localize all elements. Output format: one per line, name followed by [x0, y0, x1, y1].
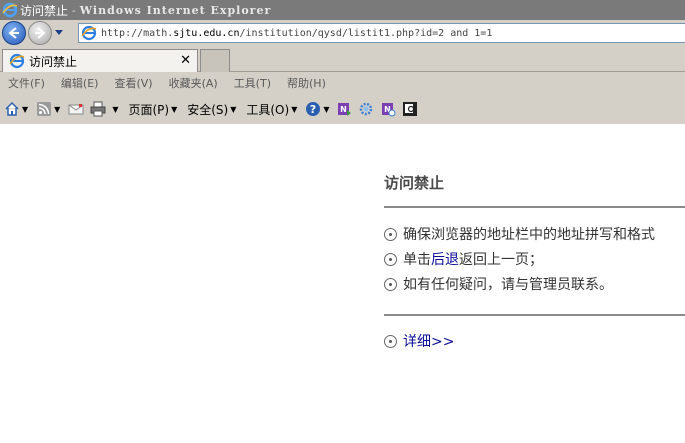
command-bar: ▼ ▼ ▼ 页面(P) ▼ 安全(S) ▼ 工具(O) ▼ ? ▼ N N [0, 94, 685, 124]
address-bar[interactable]: http://math. sjtu.edu.cn/institution/qysd… [78, 23, 685, 43]
window-app-title: Windows Internet Explorer [79, 3, 272, 17]
chevron-down-icon [55, 30, 63, 35]
printer-icon [90, 101, 106, 117]
new-tab-button[interactable] [200, 49, 230, 72]
tools-menu-label: 工具(O) [246, 102, 290, 117]
list-item: 如有任何疑问，请与管理员联系。 [384, 274, 613, 294]
arrow-right-icon [35, 27, 46, 39]
svg-text:?: ? [310, 103, 316, 116]
print-button[interactable]: ▼ [90, 101, 118, 117]
gear-icon [359, 102, 372, 116]
title-bar: 访问禁止 - Windows Internet Explorer [0, 0, 685, 20]
chevron-down-icon: ▼ [323, 104, 330, 114]
chevron-down-icon: ▼ [291, 104, 298, 114]
forward-button[interactable] [28, 21, 52, 45]
details-row: 详细>> [384, 331, 454, 351]
url-domain: sjtu.edu.cn [173, 27, 240, 39]
divider-bottom [384, 314, 685, 316]
divider-top [384, 206, 685, 208]
chevron-down-icon: ▼ [230, 104, 237, 114]
help-button[interactable]: ? ▼ [305, 101, 330, 117]
safety-menu-button[interactable]: 安全(S) ▼ [187, 101, 236, 118]
feeds-button[interactable]: ▼ [36, 101, 60, 117]
page-menu-button[interactable]: 页面(P) ▼ [128, 101, 177, 118]
chevron-down-icon: ▼ [112, 104, 119, 114]
svg-text:N: N [340, 105, 347, 114]
tip-back-prefix: 单击 [403, 252, 431, 268]
home-icon [5, 101, 19, 116]
tip-back-suffix: 返回上一页； [459, 252, 543, 268]
onenote-icon: N [337, 103, 351, 116]
back-button[interactable] [2, 21, 26, 45]
tab-active[interactable]: 访问禁止 ✕ [2, 49, 198, 72]
mail-button[interactable] [68, 101, 84, 117]
tab-label: 访问禁止 [29, 54, 78, 69]
error-title: 访问禁止 [384, 174, 445, 192]
mail-icon [68, 104, 84, 115]
bullet-icon [384, 334, 397, 348]
window-page-title: 访问禁止 [20, 3, 69, 18]
bullet-icon [384, 227, 397, 241]
back-link[interactable]: 后退 [431, 249, 459, 269]
chevron-down-icon: ▼ [54, 104, 61, 114]
menu-view[interactable]: 查看(V) [114, 75, 152, 91]
tip-contact-admin: 如有任何疑问，请与管理员联系。 [403, 277, 613, 293]
bullet-icon [384, 277, 397, 291]
menu-file[interactable]: 文件(F) [8, 75, 45, 91]
tip-check-address: 确保浏览器的地址栏中的地址拼写和格式 [403, 227, 655, 243]
menu-help[interactable]: 帮助(H) [287, 75, 326, 91]
page-menu-label: 页面(P) [128, 102, 170, 117]
bullet-icon [384, 252, 397, 266]
menu-tools[interactable]: 工具(T) [234, 75, 271, 91]
url-path: /institution/qysd/listit1.php?id=2 and 1… [239, 27, 493, 39]
tab-strip: 访问禁止 ✕ [0, 46, 685, 72]
ie-logo-icon [2, 2, 18, 18]
safety-menu-label: 安全(S) [187, 102, 229, 117]
arrow-left-icon [8, 27, 19, 39]
help-icon: ? [306, 102, 321, 116]
menu-favorites[interactable]: 收藏夹(A) [169, 75, 218, 91]
onenote-linked-icon: N [381, 103, 395, 117]
menu-edit[interactable]: 编辑(E) [61, 75, 99, 91]
chevron-down-icon: ▼ [171, 104, 178, 114]
ie-tab-icon [9, 53, 25, 69]
title-separator: - [72, 3, 76, 17]
rss-feed-icon [37, 102, 52, 116]
page-content: 访问禁止 确保浏览器的地址栏中的地址拼写和格式 单击 后退 返回上一页； 如有任何疑… [0, 124, 685, 443]
list-item: 单击 后退 返回上一页； [384, 249, 543, 269]
onenote-linked-button[interactable]: N [380, 101, 396, 117]
onenote-send-button[interactable]: N [336, 101, 352, 117]
history-dropdown-button[interactable] [52, 29, 66, 37]
details-link[interactable]: 详细>> [403, 331, 454, 351]
list-item: 确保浏览器的地址栏中的地址拼写和格式 [384, 224, 655, 244]
tools-menu-button[interactable]: 工具(O) ▼ [246, 101, 297, 118]
url-prefix: http://math. [101, 27, 174, 39]
research-icon [402, 102, 417, 116]
ie-page-icon [81, 25, 97, 41]
chevron-down-icon: ▼ [22, 104, 29, 114]
close-icon[interactable]: ✕ [180, 53, 191, 68]
navigation-bar: http://math. sjtu.edu.cn/institution/qysd… [0, 20, 685, 46]
settings-button[interactable] [358, 101, 374, 117]
menu-bar: 文件(F) 编辑(E) 查看(V) 收藏夹(A) 工具(T) 帮助(H) [0, 72, 685, 94]
research-button[interactable] [402, 101, 418, 117]
home-button[interactable]: ▼ [4, 101, 28, 117]
